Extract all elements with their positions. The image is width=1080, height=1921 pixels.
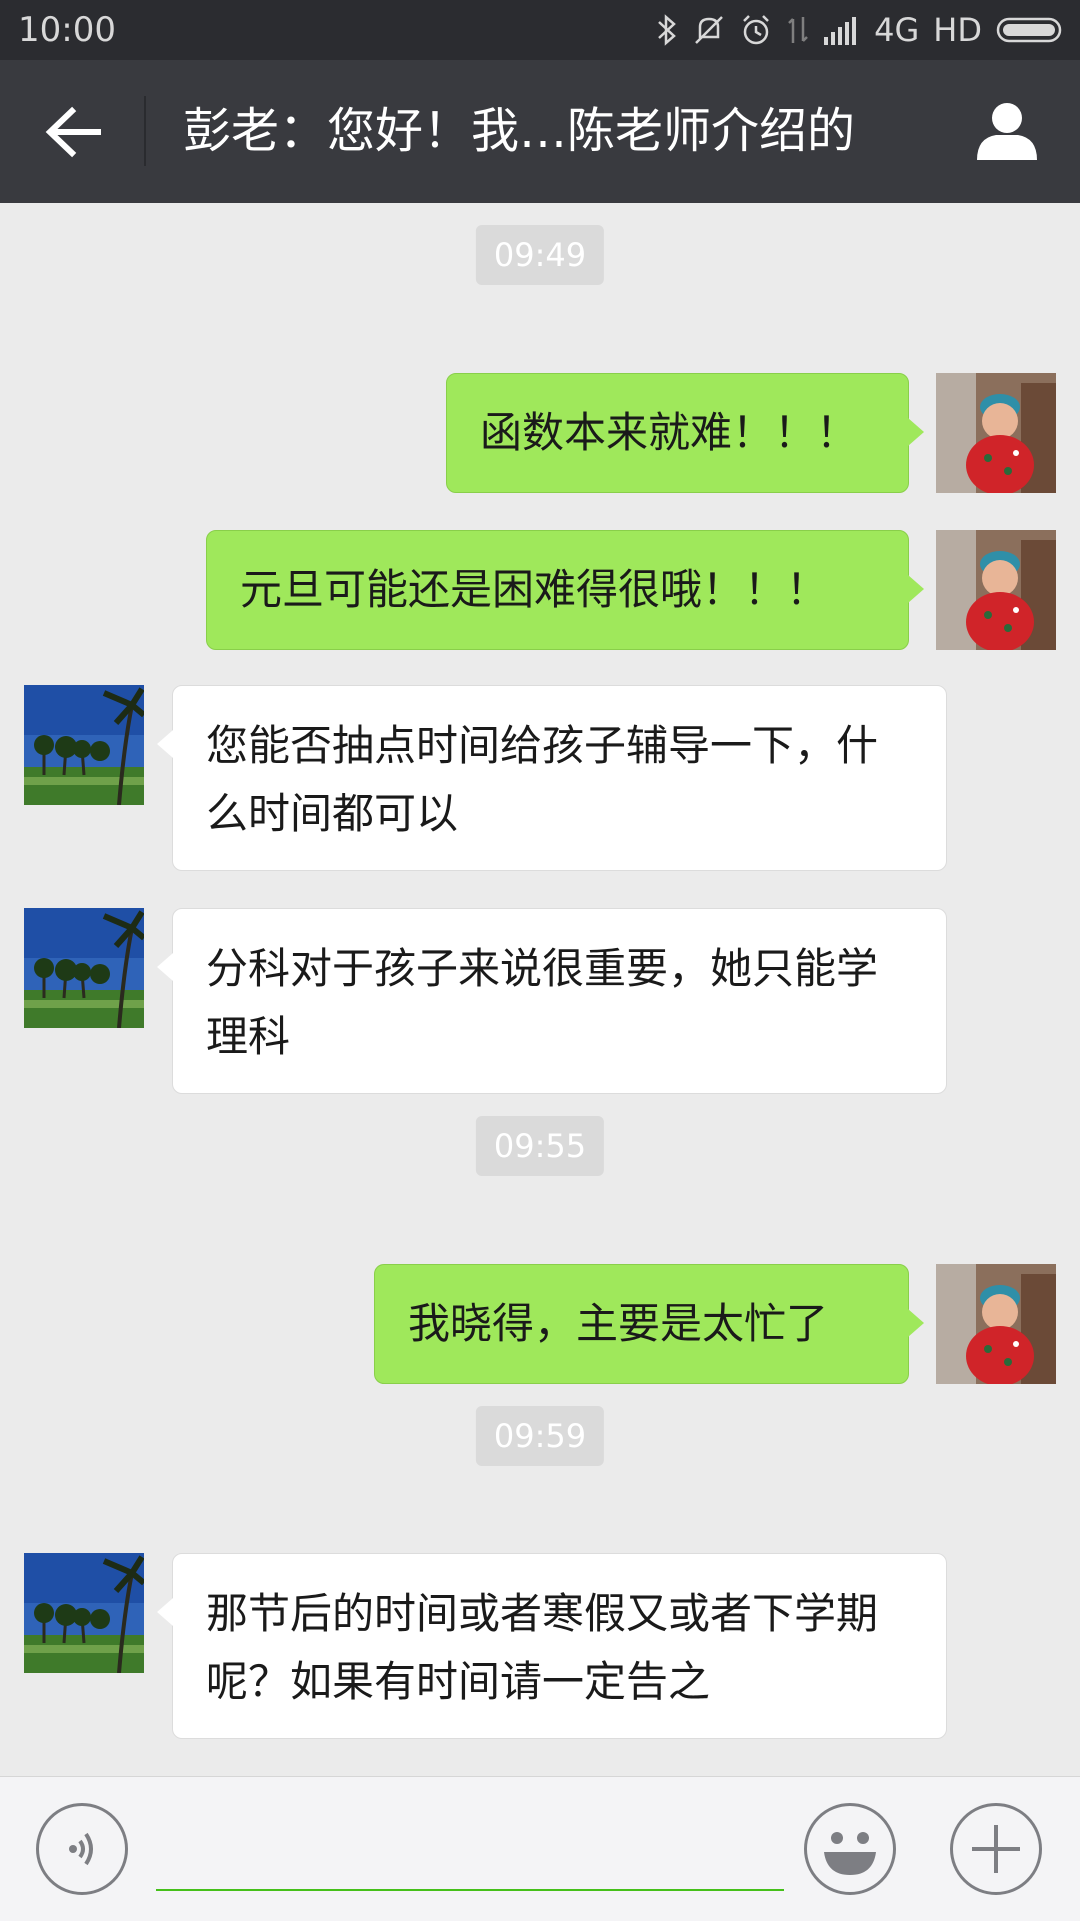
- voice-input-button[interactable]: [36, 1803, 128, 1895]
- child-photo: [936, 373, 1056, 493]
- alarm-icon: [743, 15, 770, 45]
- arrow-left-icon: [45, 106, 101, 158]
- plus-icon: [972, 1825, 1020, 1873]
- outgoing-message-bubble[interactable]: 函数本来就难！！！: [446, 373, 924, 493]
- child-photo: [936, 530, 1056, 650]
- incoming-message-bubble[interactable]: 您能否抽点时间给孩子辅导一下，什么时间都可以: [157, 685, 947, 871]
- outgoing-message-bubble[interactable]: 我晓得，主要是太忙了: [374, 1264, 924, 1384]
- status-icons: 4G HD: [656, 10, 1066, 50]
- my-avatar[interactable]: [936, 530, 1056, 650]
- contact-avatar[interactable]: [24, 685, 144, 805]
- palm-trees-photo: [24, 908, 144, 1028]
- back-button[interactable]: [38, 100, 110, 164]
- message-text: 元旦可能还是困难得很哦！！！: [240, 565, 829, 614]
- message-text: 分科对于孩子来说很重要，她只能学理科: [206, 944, 879, 1061]
- timestamp-label: 09:55: [475, 1116, 605, 1176]
- more-actions-button[interactable]: [950, 1803, 1042, 1895]
- message-text: 我晓得，主要是太忙了: [408, 1299, 829, 1348]
- status-bar: 10:00 4G HD: [0, 0, 1080, 60]
- incoming-message-bubble[interactable]: 那节后的时间或者寒假又或者下学期呢？如果有时间请一定告之: [157, 1553, 947, 1739]
- message-text: 那节后的时间或者寒假又或者下学期呢？如果有时间请一定告之: [206, 1589, 879, 1706]
- status-time: 10:00: [18, 10, 116, 50]
- voice-icon: [69, 1832, 93, 1866]
- emoji-icon: [824, 1832, 876, 1875]
- timestamp-label: 09:49: [475, 225, 605, 285]
- network-type: 4G: [874, 11, 920, 49]
- signal-icon: [824, 17, 857, 45]
- chat-input-bar: [0, 1776, 1080, 1921]
- contact-info-button[interactable]: [974, 98, 1040, 164]
- palm-trees-photo: [24, 1553, 144, 1673]
- child-photo: [936, 1264, 1056, 1384]
- person-icon: [977, 103, 1037, 160]
- battery-icon: [996, 17, 1062, 43]
- contact-avatar[interactable]: [24, 908, 144, 1028]
- incoming-message-bubble[interactable]: 分科对于孩子来说很重要，她只能学理科: [157, 908, 947, 1094]
- message-text: 函数本来就难！！！: [480, 408, 859, 457]
- message-input[interactable]: [156, 1807, 784, 1891]
- hd-indicator: HD: [933, 11, 982, 49]
- bluetooth-icon: [658, 14, 677, 46]
- timestamp-label: 09:59: [475, 1406, 605, 1466]
- data-transfer-icon: [788, 17, 809, 43]
- chat-header: 彭老：您好！我…陈老师介绍的: [0, 60, 1080, 203]
- my-avatar[interactable]: [936, 1264, 1056, 1384]
- outgoing-message-bubble[interactable]: 元旦可能还是困难得很哦！！！: [206, 530, 924, 650]
- message-list[interactable]: 09:49 函数本来就难！！！ 元旦可能还是困难得很哦！！！ 您能否抽点时间给孩…: [0, 203, 1080, 1776]
- palm-trees-photo: [24, 685, 144, 805]
- header-divider: [144, 96, 146, 166]
- message-text: 您能否抽点时间给孩子辅导一下，什么时间都可以: [206, 721, 879, 838]
- my-avatar[interactable]: [936, 373, 1056, 493]
- contact-avatar[interactable]: [24, 1553, 144, 1673]
- page-title: 彭老：您好！我…陈老师介绍的: [183, 103, 856, 159]
- emoji-button[interactable]: [804, 1803, 896, 1895]
- mute-icon: [695, 16, 724, 44]
